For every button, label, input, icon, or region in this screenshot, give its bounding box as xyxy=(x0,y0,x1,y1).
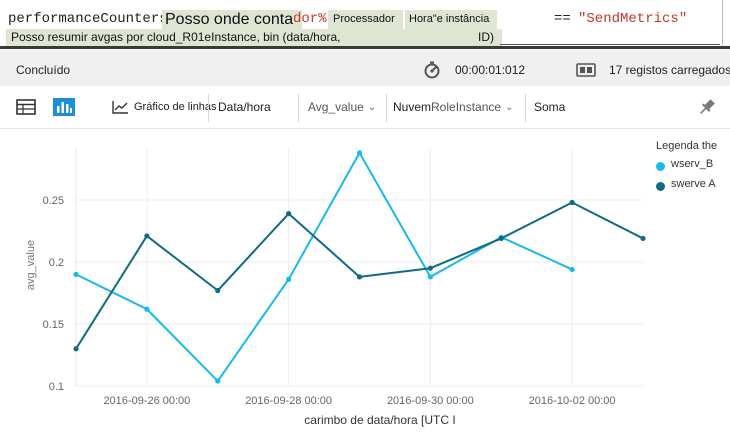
x-tick-label: 2016-09-30 00:00 xyxy=(387,395,474,407)
toolbar-divider xyxy=(525,94,526,122)
data-point xyxy=(356,274,363,280)
query-string-literal: "SendMetrics" xyxy=(578,11,688,27)
x-axis-field-selector[interactable]: Data/hora xyxy=(218,86,271,128)
series-layer xyxy=(73,150,646,384)
data-point xyxy=(569,266,575,273)
chart-canvas: 0.1 0.15 0.2 0.25 2016-09-26 00:00 2016-09-28… xyxy=(25,148,646,427)
grid-layer xyxy=(75,148,643,387)
data-point xyxy=(356,150,363,156)
toolbar-divider xyxy=(386,94,387,122)
status-text: Concluído xyxy=(16,63,71,77)
chart-view-icon[interactable] xyxy=(53,86,75,128)
data-point xyxy=(569,199,575,206)
query-equals: == xyxy=(554,11,571,27)
legend-label: swerve A xyxy=(671,178,716,190)
data-point xyxy=(215,287,221,294)
data-point xyxy=(144,306,150,312)
stopwatch-icon xyxy=(423,61,441,79)
x-tick-label: 2016-10-02 00:00 xyxy=(529,395,616,407)
toolbar-divider xyxy=(298,94,299,122)
split-by-field-dropdown[interactable]: Nuvem RoleInstance ⌄ xyxy=(393,86,513,128)
editor-right-border xyxy=(722,0,723,46)
legend-item-wserv-b[interactable]: wserv_B xyxy=(656,158,717,178)
data-point xyxy=(73,346,79,352)
records-icon xyxy=(576,63,596,77)
table-view-icon[interactable] xyxy=(16,86,36,128)
pin-icon[interactable] xyxy=(697,86,717,128)
series-line-wserv-b xyxy=(75,151,573,383)
data-point xyxy=(144,233,150,239)
split-by-prefix: Nuvem xyxy=(393,100,432,114)
chart-type-label: Gráfico de linhas xyxy=(134,101,217,113)
x-tick-label: 2016-09-26 00:00 xyxy=(103,395,190,407)
status-bar: Concluído 00:00:01:012 17 registos carre… xyxy=(0,50,730,86)
data-point xyxy=(498,235,504,242)
chart-legend: Legenda the wserv_B swerve A xyxy=(656,140,717,198)
aggregation-selector[interactable]: Soma xyxy=(534,86,565,128)
query-hour-instance: Hora"e instância xyxy=(409,13,490,25)
legend-label: wserv_B xyxy=(671,158,714,170)
y-axis-field-label: Avg_value xyxy=(308,100,364,114)
y-tick-label: 0.25 xyxy=(43,195,64,207)
legend-item-swerve-a[interactable]: swerve A xyxy=(656,178,717,198)
query-summary-line: Posso resumir avgas por cloud_R01eInstan… xyxy=(11,30,341,44)
query-processor: Processador xyxy=(333,13,395,25)
line-chart-type-selector[interactable]: Gráfico de linhas xyxy=(112,86,217,128)
split-by-field-label: RoleInstance xyxy=(431,100,502,114)
y-tick-label: 0.1 xyxy=(49,381,64,393)
query-summary-suffix: ID) xyxy=(478,30,494,44)
line-chart-icon xyxy=(112,100,129,114)
data-point xyxy=(73,271,79,277)
x-axis-label: carimbo de data/hora [UTC I xyxy=(304,413,455,427)
x-axis-field-label: Data/hora xyxy=(218,100,271,114)
editor-bottom-border xyxy=(0,46,730,49)
query-editor[interactable]: performanceCounters Posso onde conta dor… xyxy=(0,0,730,50)
elapsed-time: 00:00:01:012 xyxy=(455,63,526,77)
query-table-name: performanceCounters xyxy=(8,11,168,27)
y-tick-label: 0.15 xyxy=(43,319,64,331)
query-overlay-text: Posso onde conta xyxy=(165,11,294,28)
y-axis-field-dropdown[interactable]: Avg_value ⌄ xyxy=(308,86,376,128)
legend-title: Legenda the xyxy=(656,140,718,152)
chevron-down-icon: ⌄ xyxy=(367,101,377,113)
y-tick-label: 0.2 xyxy=(49,257,64,269)
data-point xyxy=(640,235,646,242)
y-axis-label: avg_value xyxy=(25,240,37,290)
data-point xyxy=(427,274,433,280)
legend-swatch xyxy=(656,182,665,191)
line-chart: 0.1 0.15 0.2 0.25 2016-09-26 00:00 2016-09-28… xyxy=(0,128,730,444)
chevron-down-icon: ⌄ xyxy=(505,101,514,113)
data-point xyxy=(286,211,292,217)
records-count: 17 registos carregados xyxy=(609,63,730,77)
query-cursor-line xyxy=(500,44,720,45)
query-operator: dor% xyxy=(293,11,327,27)
toolbar-divider xyxy=(208,94,209,122)
chart-toolbar: Gráfico de linhas Data/hora Avg_value ⌄ … xyxy=(0,86,730,129)
data-point xyxy=(427,265,433,271)
x-tick-label: 2016-09-28 00:00 xyxy=(245,395,332,407)
data-point xyxy=(286,276,292,282)
legend-swatch xyxy=(656,162,665,171)
data-point xyxy=(215,378,221,384)
aggregation-label: Soma xyxy=(534,100,566,114)
